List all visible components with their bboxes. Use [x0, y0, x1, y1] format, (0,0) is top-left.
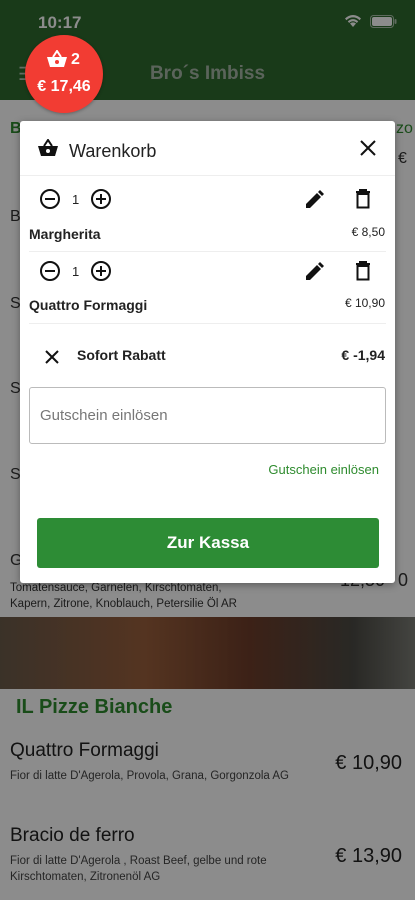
- increase-button[interactable]: [91, 189, 112, 209]
- cart-count: 2: [71, 51, 80, 68]
- discount-value: € -1,94: [341, 347, 385, 363]
- remove-discount-icon[interactable]: [44, 349, 60, 365]
- basket-icon: [38, 139, 58, 156]
- checkout-button[interactable]: Zur Kassa: [37, 518, 379, 568]
- divider: [29, 251, 386, 252]
- cart-item-name: Margherita: [29, 226, 101, 242]
- cart-dialog: Warenkorb 1 Margherita € 8,50 1 Quattro …: [20, 121, 395, 583]
- dialog-title: Warenkorb: [69, 141, 157, 161]
- redeem-voucher-link[interactable]: Gutschein einlösen: [268, 462, 379, 477]
- discount-label: Sofort Rabatt: [77, 347, 166, 363]
- dialog-header: Warenkorb: [20, 121, 395, 176]
- decrease-button[interactable]: [40, 189, 60, 209]
- close-icon[interactable]: [357, 137, 379, 159]
- edit-icon[interactable]: [303, 261, 325, 283]
- increase-button[interactable]: [91, 261, 112, 281]
- cart-item-price: € 10,90: [344, 296, 385, 310]
- divider: [29, 323, 386, 324]
- edit-icon[interactable]: [303, 189, 325, 211]
- decrease-button[interactable]: [40, 261, 60, 281]
- trash-icon[interactable]: [354, 261, 372, 281]
- cart-item-price: € 8,50: [351, 225, 385, 239]
- quantity-stepper: 1: [40, 189, 112, 209]
- cart-badge[interactable]: 2 € 17,46: [25, 35, 103, 113]
- cart-item-name: Quattro Formaggi: [29, 297, 148, 313]
- cart-total: € 17,46: [37, 78, 91, 95]
- voucher-input[interactable]: [29, 387, 386, 444]
- quantity-stepper: 1: [40, 261, 112, 281]
- item-qty: 1: [72, 263, 80, 279]
- item-qty: 1: [72, 191, 80, 207]
- trash-icon[interactable]: [354, 189, 372, 209]
- basket-icon: [47, 50, 67, 67]
